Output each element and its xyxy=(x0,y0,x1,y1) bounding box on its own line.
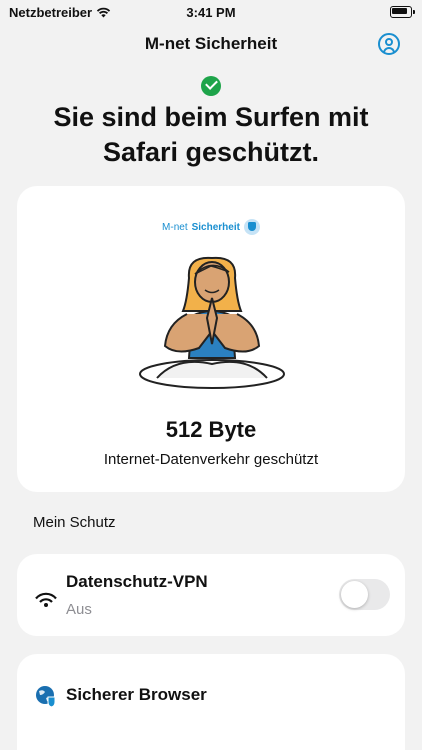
checkmark-icon xyxy=(201,76,221,96)
shield-icon xyxy=(243,219,260,235)
battery-icon xyxy=(390,6,415,18)
section-label: Mein Schutz xyxy=(33,514,116,531)
vpn-signal-icon xyxy=(35,592,57,607)
status-time: 3:41 PM xyxy=(186,5,236,20)
secure-browser-row[interactable]: Sicherer Browser xyxy=(17,654,405,750)
secure-browser-title: Sicherer Browser xyxy=(66,685,207,704)
vpn-title: Datenschutz-VPN xyxy=(66,572,208,591)
vpn-status: Aus xyxy=(66,601,92,618)
protection-summary-card: M-net Sicherheit 512 Byte Internet-Daten… xyxy=(17,186,405,492)
protected-bytes-caption: Internet-Datenverkehr geschützt xyxy=(103,451,319,468)
meditation-illustration xyxy=(139,256,285,389)
toggle-knob xyxy=(341,581,368,608)
status-bar: Netzbetreiber 3:41 PM xyxy=(0,0,422,24)
brand-prefix: M-net xyxy=(162,221,188,233)
vpn-row[interactable]: Datenschutz-VPN Aus xyxy=(17,554,405,636)
nav-title: M-net Sicherheit xyxy=(144,34,278,53)
globe-shield-icon xyxy=(36,686,56,707)
brand-name: Sicherheit xyxy=(191,221,240,233)
protected-bytes: 512 Byte xyxy=(165,417,257,442)
vpn-toggle[interactable] xyxy=(339,579,390,610)
page-headline: Sie sind beim Surfen mit Safari geschütz… xyxy=(53,102,369,167)
brand-logo: M-net Sicherheit xyxy=(17,219,405,235)
profile-icon[interactable] xyxy=(378,33,400,55)
